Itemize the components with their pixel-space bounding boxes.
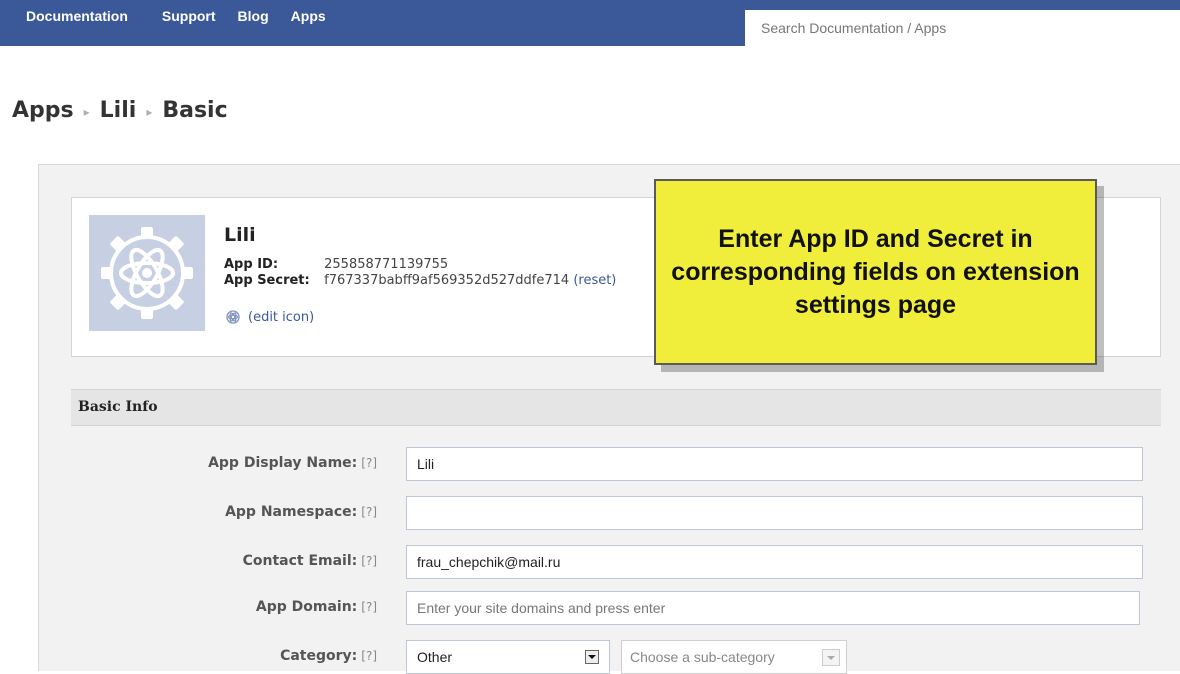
app-secret-row: App Secret: f767337babff9af569352d527ddf…	[224, 273, 616, 288]
form-row-contact-email: Contact Email: [?]	[71, 545, 1161, 579]
category-label: Category: [?]	[280, 648, 377, 664]
contact-email-label: Contact Email: [?]	[242, 553, 377, 569]
annotation-callout: Enter App ID and Secret in corresponding…	[654, 179, 1097, 365]
form-row-app-domain: App Domain: [?]	[71, 591, 1161, 625]
contact-email-input[interactable]	[406, 545, 1143, 579]
nav-apps[interactable]: Apps	[291, 0, 326, 32]
search-input[interactable]	[745, 10, 1180, 46]
form-row-display-name: App Display Name: [?]	[71, 447, 1161, 481]
app-domain-label: App Domain: [?]	[255, 599, 377, 615]
form-row-category: Category: [?] Other Choose a sub-category	[71, 640, 1161, 674]
chevron-down-icon	[585, 650, 599, 664]
category-select[interactable]: Other	[406, 640, 610, 674]
section-title: Basic Info	[78, 399, 158, 415]
help-icon[interactable]: [?]	[361, 505, 377, 519]
top-nav-bar: Documentation Support Blog Apps	[0, 0, 1180, 47]
category-value: Other	[417, 649, 453, 665]
app-id-value: 255858771139755	[324, 257, 449, 272]
callout-text: Enter App ID and Secret in corresponding…	[671, 224, 1080, 319]
app-id-row: App ID: 255858771139755	[224, 257, 448, 272]
nav-blog[interactable]: Blog	[238, 0, 269, 32]
breadcrumb-lili[interactable]: Lili	[100, 98, 137, 123]
edit-icon-label[interactable]: (edit icon)	[248, 310, 314, 325]
breadcrumb-separator: ▸	[83, 104, 90, 119]
nav-support[interactable]: Support	[162, 0, 216, 32]
help-icon[interactable]: [?]	[361, 600, 377, 614]
nav-documentation[interactable]: Documentation	[26, 0, 128, 32]
app-domain-input[interactable]	[406, 591, 1140, 625]
breadcrumb-separator: ▸	[146, 104, 153, 119]
help-icon[interactable]: [?]	[361, 649, 377, 663]
atom-gear-icon	[226, 310, 240, 324]
namespace-input[interactable]	[406, 496, 1143, 530]
atom-gear-icon	[101, 227, 193, 319]
breadcrumb-basic: Basic	[162, 98, 228, 123]
help-icon[interactable]: [?]	[361, 456, 377, 470]
app-id-label: App ID:	[224, 257, 279, 272]
breadcrumb-apps[interactable]: Apps	[12, 98, 74, 123]
subcategory-select[interactable]: Choose a sub-category	[621, 640, 847, 674]
help-icon[interactable]: [?]	[361, 554, 377, 568]
subcategory-placeholder: Choose a sub-category	[630, 649, 775, 665]
panel-left-border	[38, 164, 39, 671]
chevron-down-icon	[822, 649, 840, 666]
breadcrumb: Apps ▸ Lili ▸ Basic	[12, 98, 228, 123]
display-name-input[interactable]	[406, 447, 1143, 481]
app-secret-label: App Secret:	[224, 273, 310, 288]
top-nav-links: Documentation Support Blog Apps	[0, 0, 326, 32]
basic-info-header: Basic Info	[71, 389, 1161, 426]
app-thumbnail	[89, 215, 205, 331]
app-secret-value: f767337babff9af569352d527ddfe714	[324, 273, 570, 288]
form-row-namespace: App Namespace: [?]	[71, 496, 1161, 530]
app-name: Lili	[224, 224, 256, 246]
reset-secret-link[interactable]: (reset)	[573, 273, 616, 288]
display-name-label: App Display Name: [?]	[208, 455, 377, 471]
namespace-label: App Namespace: [?]	[225, 504, 377, 520]
edit-icon-link[interactable]: (edit icon)	[224, 308, 314, 326]
